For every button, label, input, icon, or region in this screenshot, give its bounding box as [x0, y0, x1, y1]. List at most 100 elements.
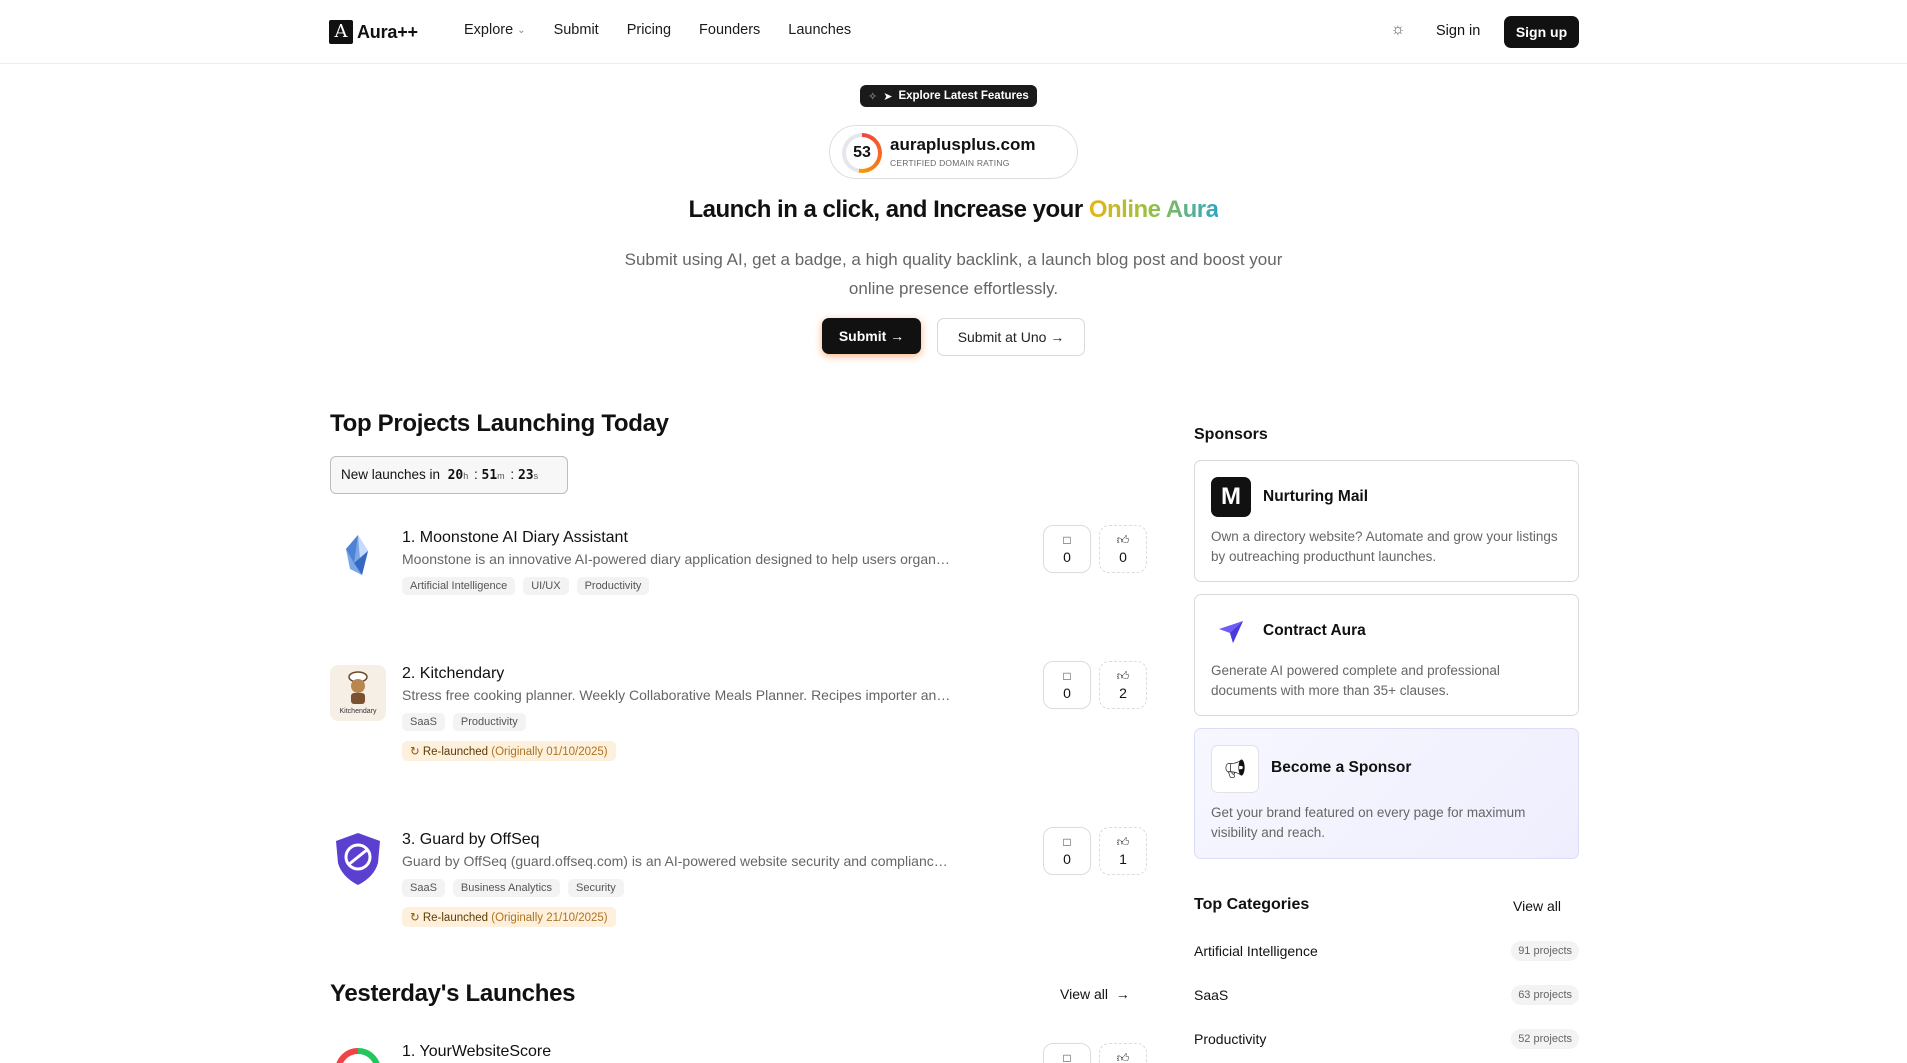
sponsor-card[interactable]: Contract Aura Generate AI powered comple…: [1194, 594, 1579, 716]
hero-subtitle: Submit using AI, get a badge, a high qua…: [624, 250, 1283, 298]
refresh-icon: ↻: [410, 746, 420, 758]
logo-text: Aura++: [357, 21, 418, 42]
tag[interactable]: Artificial Intelligence: [402, 577, 516, 595]
upvote-button[interactable]: 👍︎ 2: [1099, 661, 1147, 709]
relaunch-label: Re-launched: [422, 912, 489, 924]
project-tags: SaaS Productivity: [402, 713, 526, 731]
countdown-hours-unit: h: [463, 471, 469, 481]
domain-name: auraplusplus.com: [890, 135, 1036, 154]
tag[interactable]: Productivity: [576, 577, 650, 595]
logo[interactable]: A Aura++: [329, 20, 418, 44]
comment-icon: □: [1063, 533, 1071, 547]
relaunch-badge: ↻ Re-launched (Originally 01/10/2025): [402, 741, 616, 761]
top-navbar: A Aura++ Explore ⌄ Submit Pricing Founder…: [0, 0, 1907, 64]
nav-launches[interactable]: Launches: [788, 22, 851, 38]
hero-title-accent: Online Aura: [1088, 196, 1219, 223]
project-tags: SaaS Business Analytics Security: [402, 879, 624, 897]
theme-toggle-sun-icon[interactable]: ☼: [1388, 21, 1408, 43]
main-nav: Explore ⌄ Submit Pricing Founders Launche…: [464, 22, 851, 38]
tag[interactable]: UI/UX: [523, 577, 569, 595]
upvote-button[interactable]: 👍︎ 1: [1099, 827, 1147, 875]
comment-button[interactable]: □ 0: [1043, 661, 1091, 709]
comment-icon: □: [1063, 1051, 1071, 1063]
upvote-button[interactable]: 👍︎ 0: [1099, 525, 1147, 573]
project-row[interactable]: 1. YourWebsiteScore □ 👍︎: [330, 1043, 1147, 1063]
category-name: SaaS: [1194, 987, 1229, 1003]
countdown-seconds: 23: [517, 468, 534, 483]
countdown-hours: 20: [447, 468, 464, 483]
category-row[interactable]: Artificial Intelligence 91 projects: [1194, 941, 1579, 963]
submit-at-uno-button[interactable]: Submit at Uno →: [937, 318, 1085, 356]
explore-features-pill[interactable]: ✧ ➤ Explore Latest Features: [860, 85, 1037, 107]
kitchendary-logo-icon: Kitchendary: [330, 665, 386, 721]
countdown-minutes: 51: [481, 468, 498, 483]
become-sponsor-description: Get your brand featured on every page fo…: [1211, 805, 1526, 840]
megaphone-icon: 📢︎: [1211, 745, 1259, 793]
nav-explore-label: Explore: [464, 22, 514, 38]
thumbs-up-icon: 👍︎: [1116, 1051, 1130, 1063]
project-description: Moonstone is an innovative AI-powered di…: [402, 551, 952, 567]
comment-button[interactable]: □ 0: [1043, 525, 1091, 573]
project-title[interactable]: 1. Moonstone AI Diary Assistant: [402, 529, 628, 547]
sign-up-button[interactable]: Sign up: [1504, 16, 1579, 48]
yesterday-view-all-link[interactable]: View all →: [1060, 986, 1130, 1002]
nav-explore[interactable]: Explore ⌄: [464, 22, 526, 38]
sparkle-icon: ✧: [868, 90, 878, 103]
top-categories-title: Top Categories: [1194, 896, 1310, 913]
project-title[interactable]: 1. YourWebsiteScore: [402, 1043, 551, 1061]
hero-submit-label: Submit: [838, 328, 887, 344]
sponsor-description: Generate AI powered complete and profess…: [1211, 663, 1500, 698]
comment-button[interactable]: □: [1043, 1043, 1091, 1063]
chevron-down-icon: ⌄: [517, 24, 526, 36]
tag[interactable]: SaaS: [402, 713, 445, 731]
sponsor-name: Nurturing Mail: [1263, 488, 1369, 505]
upvote-button[interactable]: 👍︎: [1099, 1043, 1147, 1063]
project-row[interactable]: Kitchendary 2. Kitchendary Stress free c…: [330, 661, 1147, 765]
project-row[interactable]: 3. Guard by OffSeq Guard by OffSeq (guar…: [330, 827, 1147, 931]
sign-in-link[interactable]: Sign in: [1436, 23, 1480, 39]
tag[interactable]: Security: [568, 879, 624, 897]
relaunch-original-date: (Originally 01/10/2025): [491, 746, 608, 758]
domain-rating-value: 53: [846, 137, 878, 169]
nav-submit[interactable]: Submit: [554, 22, 599, 38]
project-title[interactable]: 2. Kitchendary: [402, 665, 504, 683]
comment-icon: □: [1063, 835, 1071, 849]
countdown-seconds-unit: s: [533, 471, 539, 481]
category-row[interactable]: Productivity 52 projects: [1194, 1029, 1579, 1051]
countdown-minutes-unit: m: [497, 471, 505, 481]
hero-submit-button[interactable]: Submit →: [822, 318, 921, 354]
countdown-label: New launches in: [341, 467, 441, 482]
arrow-right-icon: →: [1050, 329, 1065, 345]
nurturing-mail-logo-icon: M: [1211, 477, 1251, 517]
relaunch-original-date: (Originally 21/10/2025): [491, 912, 608, 924]
category-name: Artificial Intelligence: [1194, 943, 1318, 959]
tag[interactable]: SaaS: [402, 879, 445, 897]
tag[interactable]: Business Analytics: [452, 879, 561, 897]
hero-title-main: Launch in a click, and Increase your: [688, 196, 1089, 223]
upvote-count: 0: [1119, 549, 1127, 565]
project-title[interactable]: 3. Guard by OffSeq: [402, 831, 540, 849]
arrow-right-icon: →: [890, 328, 905, 344]
domain-rating-card[interactable]: 53 auraplusplus.com CERTIFIED DOMAIN RAT…: [829, 125, 1078, 179]
become-sponsor-card[interactable]: 📢︎ Become a Sponsor Get your brand featu…: [1194, 728, 1579, 859]
comment-button[interactable]: □ 0: [1043, 827, 1091, 875]
today-section-title: Top Projects Launching Today: [330, 410, 669, 437]
upvote-count: 2: [1119, 685, 1127, 701]
nav-pricing[interactable]: Pricing: [627, 22, 671, 38]
sponsor-card[interactable]: M Nurturing Mail Own a directory website…: [1194, 460, 1579, 582]
thumbs-up-icon: 👍︎: [1116, 669, 1130, 683]
project-row[interactable]: 1. Moonstone AI Diary Assistant Moonston…: [330, 525, 1147, 599]
guard-shield-logo-icon: [330, 831, 386, 887]
nav-founders[interactable]: Founders: [699, 22, 760, 38]
yourwebsitescore-logo-icon: [330, 1043, 386, 1063]
category-count: 52 projects: [1511, 1029, 1579, 1049]
yesterday-view-all-label: View all: [1060, 986, 1108, 1002]
upvote-count: 1: [1119, 851, 1127, 867]
category-row[interactable]: SaaS 63 projects: [1194, 985, 1579, 1007]
sponsor-description: Own a directory website? Automate and gr…: [1211, 529, 1558, 564]
sponsor-name: Contract Aura: [1263, 622, 1366, 639]
submit-at-uno-label: Submit at Uno: [957, 329, 1047, 345]
categories-view-all-link[interactable]: View all: [1513, 898, 1561, 914]
tag[interactable]: Productivity: [452, 713, 526, 731]
launch-countdown: New launches in 20h : 51m : 23s: [330, 456, 568, 494]
